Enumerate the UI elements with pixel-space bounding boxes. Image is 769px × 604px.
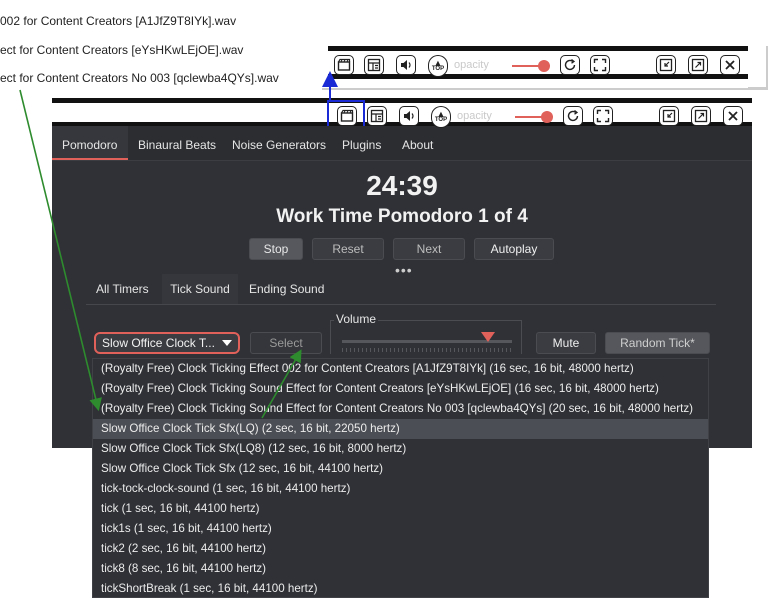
minimize-window-icon[interactable] [656, 55, 676, 75]
green-arrow-2 [261, 349, 302, 419]
layout-icon[interactable] [364, 55, 384, 75]
speaker-icon[interactable] [396, 55, 416, 75]
fullscreen-icon[interactable] [590, 55, 610, 75]
maximize-window-icon[interactable] [688, 55, 708, 75]
opacity-slider-thumb[interactable] [541, 111, 553, 123]
speaker-icon[interactable] [399, 106, 419, 126]
clapperboard-icon[interactable] [334, 55, 354, 75]
always-on-top-icon[interactable]: ▲ TOP [431, 106, 451, 128]
minimize-window-icon[interactable] [659, 106, 679, 126]
close-icon[interactable] [723, 106, 743, 126]
maximize-window-icon[interactable] [691, 106, 711, 126]
opacity-slider-thumb[interactable] [538, 60, 550, 72]
opacity-label: opacity [454, 59, 489, 71]
clapperboard-icon[interactable] [337, 106, 357, 126]
refresh-icon[interactable] [560, 55, 580, 75]
close-icon[interactable] [720, 55, 740, 75]
refresh-icon[interactable] [563, 106, 583, 126]
annotation-overlay [19, 71, 338, 419]
top-label: TOP [434, 117, 448, 123]
layout-icon[interactable] [367, 106, 387, 126]
green-arrow-1 [19, 89, 102, 412]
top-label: TOP [431, 66, 445, 72]
fullscreen-icon[interactable] [593, 106, 613, 126]
opacity-label: opacity [457, 110, 492, 122]
always-on-top-icon[interactable]: ▲ TOP [428, 55, 448, 77]
